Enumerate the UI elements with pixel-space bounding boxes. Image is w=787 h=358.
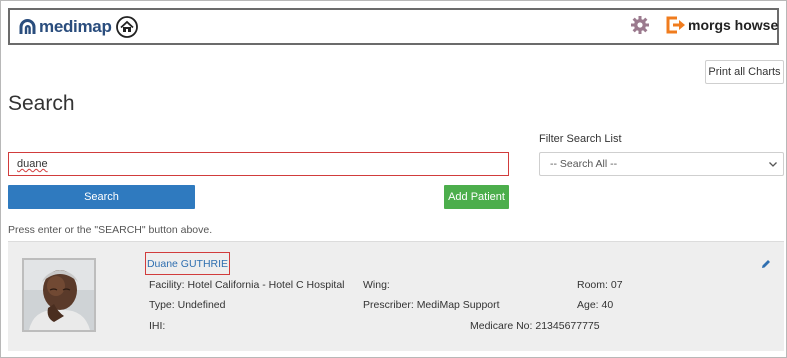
type-value: Undefined <box>177 299 226 311</box>
type-field: Type: Undefined <box>149 299 225 311</box>
print-all-charts-button[interactable]: Print all Charts <box>705 60 784 84</box>
prescriber-field: Prescriber: MediMap Support <box>363 299 500 311</box>
patient-photo <box>22 258 96 332</box>
prescriber-label: Prescriber: <box>363 299 414 311</box>
medicare-field: Medicare No: 21345677775 <box>470 320 600 332</box>
medicare-label: Medicare No: <box>470 320 533 332</box>
age-label: Age: <box>577 299 599 311</box>
age-field: Age: 40 <box>577 299 613 311</box>
add-patient-button[interactable]: Add Patient <box>444 185 509 209</box>
facility-label: Facility: <box>149 279 185 291</box>
patient-photo-image <box>24 260 94 330</box>
search-hint: Press enter or the "SEARCH" button above… <box>8 224 213 236</box>
wing-label: Wing: <box>363 279 390 291</box>
room-label: Room: <box>577 279 608 291</box>
ihi-field: IHI: <box>149 320 165 332</box>
facility-value: Hotel California - Hotel C Hospital <box>187 279 345 291</box>
patient-result-card[interactable]: Duane GUTHRIE Facility: Hotel California… <box>8 241 784 351</box>
chevron-down-icon <box>769 162 777 167</box>
home-icon[interactable] <box>116 16 138 38</box>
age-value: 40 <box>601 299 614 311</box>
prescriber-value: MediMap Support <box>416 299 500 311</box>
filter-label: Filter Search List <box>539 133 622 145</box>
edit-pencil-icon[interactable] <box>761 259 771 269</box>
room-value: 07 <box>610 279 623 291</box>
medicare-value: 21345677775 <box>535 320 600 332</box>
facility-field: Facility: Hotel California - Hotel C Hos… <box>149 279 345 291</box>
wing-field: Wing: <box>363 279 390 291</box>
patient-name-highlight[interactable]: Duane GUTHRIE <box>145 252 230 275</box>
user-name[interactable]: morgs howse <box>688 17 778 33</box>
ihi-label: IHI: <box>149 320 166 332</box>
gear-icon[interactable] <box>630 15 650 35</box>
logout-icon[interactable] <box>666 16 686 34</box>
filter-selected-value: -- Search All -- <box>550 158 618 170</box>
top-nav-bar: medimap morgs howse <box>8 8 779 45</box>
logo-text: medimap <box>39 17 112 36</box>
type-label: Type: <box>149 299 175 311</box>
patient-name-link[interactable]: Duane GUTHRIE <box>147 258 228 270</box>
medimap-logo-icon <box>19 19 36 34</box>
page-title: Search <box>8 92 75 115</box>
search-input[interactable]: duane <box>8 152 509 176</box>
medimap-logo[interactable]: medimap <box>18 17 112 37</box>
room-field: Room: 07 <box>577 279 623 291</box>
filter-select[interactable]: -- Search All -- <box>539 152 784 176</box>
search-button[interactable]: Search <box>8 185 195 209</box>
search-input-value: duane <box>17 158 48 170</box>
